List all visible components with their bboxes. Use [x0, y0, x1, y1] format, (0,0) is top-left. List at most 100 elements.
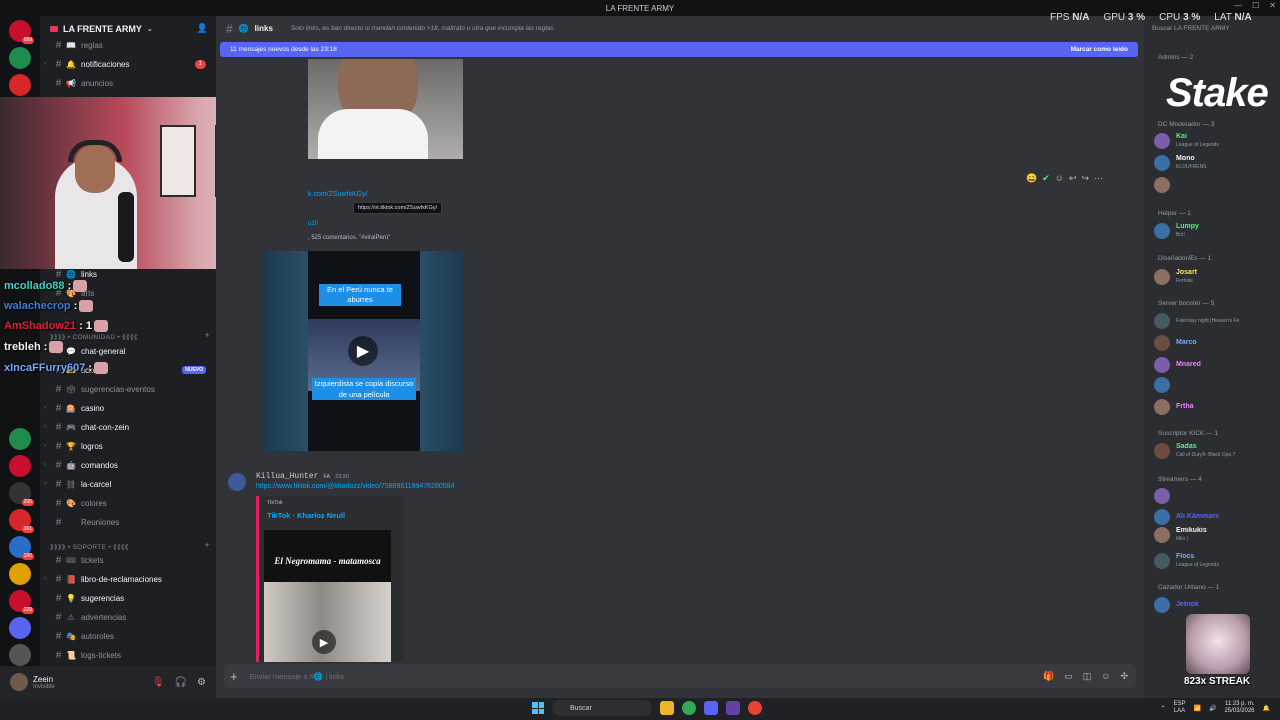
channel-item[interactable]: # 🗳 sugerencias-eventos [40, 380, 216, 398]
channel-item[interactable]: #💬chat-general [40, 342, 216, 360]
server-icon[interactable] [9, 47, 31, 69]
chevron-up-icon[interactable]: ⌃ [1160, 705, 1165, 712]
server-icon[interactable] [9, 644, 31, 666]
member-item[interactable]: Kai League of Legends [1154, 132, 1278, 150]
emoji-icon[interactable]: ☺ [1101, 671, 1110, 682]
discord-icon[interactable] [704, 701, 718, 715]
video-thumbnail[interactable] [308, 59, 463, 159]
server-icon[interactable] [9, 74, 31, 96]
chrome-icon[interactable] [748, 701, 762, 715]
wifi-icon[interactable]: 📶 [1194, 705, 1201, 712]
channel-item[interactable]: › # 🎮 chat-con-zein [40, 418, 216, 436]
server-icon[interactable]: 229 [9, 590, 34, 614]
reaction-icon[interactable]: 😀 [1026, 173, 1037, 184]
taskbar: Buscar ⌃ ESP LAA 📶 🔊 11:23 p. m. 25/03/20… [0, 698, 1280, 720]
member-item[interactable]: Ali Kämmars [1154, 508, 1278, 526]
channel-category[interactable]: ⟫⟫⟫⟫ • SOPORTE • ⟪⟪⟪⟪ + [50, 540, 210, 551]
close-icon[interactable]: ✕ [1269, 1, 1276, 10]
embed-author[interactable]: u10 [308, 221, 318, 227]
language-indicator[interactable]: ESP LAA [1174, 701, 1186, 715]
avatar[interactable] [10, 673, 28, 691]
message-author[interactable]: Killua_Hunter [256, 472, 318, 481]
server-icon[interactable] [9, 455, 31, 477]
channel-item[interactable]: # 🎨 colores [40, 494, 216, 512]
forward-icon[interactable]: ↪ [1082, 173, 1090, 184]
taskbar-search[interactable]: Buscar [552, 700, 652, 716]
chrome-icon[interactable] [682, 701, 696, 715]
channel-item[interactable]: › # 📕 libro-de-reclamaciones [40, 570, 216, 588]
member-item[interactable]: Marco [1154, 334, 1278, 352]
server-icon[interactable]: 699 [9, 20, 34, 44]
channel-item[interactable]: › # 🤖 comandos [40, 456, 216, 474]
member-item[interactable]: Sadas Call of Duty®: Black Ops 7 [1154, 442, 1278, 460]
server-search[interactable]: Buscar LA FRENTE ARMY [1152, 25, 1230, 32]
sticker-icon[interactable]: ◫ [1083, 671, 1092, 682]
channel-item[interactable]: # Reuniones [40, 513, 216, 531]
member-item[interactable]: Lumpy Bot! [1154, 222, 1278, 240]
channel-item[interactable]: # 🎭 autoroles [40, 627, 216, 645]
message-composer[interactable]: + Enviar mensaje a #🌐 | links 🎁 ▭ ◫ ☺ ✣ [224, 664, 1136, 688]
reply-icon[interactable]: ↩ [1069, 173, 1077, 184]
add-channel-icon[interactable]: + [204, 330, 210, 341]
member-item[interactable]: Mono KLOUFRENS [1154, 154, 1278, 172]
channel-item[interactable]: # ⚠ advertencias [40, 608, 216, 626]
member-item[interactable]: Josart Fortnite [1154, 268, 1278, 286]
gear-icon[interactable]: ⚙ [197, 677, 206, 688]
channel-item[interactable]: # 📖 reglas [40, 36, 216, 54]
maximize-icon[interactable]: ☐ [1252, 1, 1259, 10]
server-icon[interactable] [9, 428, 31, 450]
channel-item[interactable]: # 📢 anuncios [40, 74, 216, 92]
volume-icon[interactable]: 🔊 [1209, 705, 1216, 712]
server-icon[interactable]: 190 [9, 536, 34, 560]
member-item[interactable]: Emikukis Milo | [1154, 526, 1278, 544]
apps-icon[interactable]: ✣ [1120, 671, 1128, 682]
channel-item[interactable]: › # ⛓ la-carcel [40, 475, 216, 493]
channel-item[interactable]: › # 🏆 logros [40, 437, 216, 455]
channel-item[interactable]: # 🎟 tickets [40, 551, 216, 569]
clock[interactable]: 11:23 p. m. 25/03/2026 [1224, 701, 1254, 715]
embed-title[interactable]: TikTok · Kharloz Neull [267, 511, 345, 520]
member-item[interactable]: Jetriok [1154, 596, 1278, 614]
member-item[interactable] [1154, 376, 1278, 394]
tiktok-link[interactable]: k.com/ZSuwfxKGy/ [308, 191, 368, 198]
mark-read-button[interactable]: Marcar como leído [1071, 46, 1128, 53]
channel-category[interactable]: ⟫⟫⟫⟫ • COMUNIDAD • ⟪⟪⟪⟪ + [50, 330, 210, 341]
file-explorer-icon[interactable] [660, 701, 674, 715]
member-item[interactable]: Fate/stay night [Heaven's Fe [1154, 312, 1278, 330]
channel-item[interactable]: › # 🎰 casino [40, 399, 216, 417]
windows-start-icon[interactable] [532, 702, 544, 714]
message-link[interactable]: https://www.tiktok.com/@kharlozz/video/7… [256, 483, 454, 490]
channel-item[interactable]: # 📜 logs-tickets [40, 646, 216, 664]
member-item[interactable]: Mnared [1154, 356, 1278, 374]
lat-value: N/A [1234, 12, 1252, 23]
play-icon[interactable]: ▶ [312, 630, 336, 654]
server-icon[interactable] [9, 563, 31, 585]
video-embed[interactable]: En el Perú nunca te aburres Izquierdista… [264, 251, 463, 451]
minimize-icon[interactable]: — [1234, 1, 1242, 10]
mic-muted-icon[interactable]: 🎙 [152, 677, 165, 688]
obs-icon[interactable] [726, 701, 740, 715]
member-item[interactable]: Frtha [1154, 398, 1278, 416]
channel-item[interactable]: › # 🔔 notificaciones 1 [40, 55, 216, 73]
headphones-icon[interactable]: 🎧 [175, 677, 187, 688]
check-icon[interactable]: ✔ [1042, 173, 1050, 184]
channel-item[interactable]: # 💡 sugerencias [40, 589, 216, 607]
embed-thumbnail[interactable]: El Negromama - matamosca ▶ [264, 530, 391, 662]
new-messages-bar[interactable]: 11 mensajes nuevos desde las 23:18 Marca… [220, 42, 1138, 57]
more-icon[interactable]: ⋯ [1094, 173, 1103, 184]
attach-icon[interactable]: + [230, 669, 238, 684]
server-icon[interactable] [9, 617, 31, 639]
add-user-icon[interactable]: 👤 [197, 23, 208, 34]
member-item[interactable]: Flocs League of Legends [1154, 552, 1278, 570]
add-reaction-icon[interactable]: ☺ [1055, 173, 1064, 184]
gift-icon[interactable]: 🎁 [1043, 671, 1054, 682]
member-item[interactable] [1154, 176, 1278, 194]
add-channel-icon[interactable]: + [204, 540, 210, 551]
server-icon[interactable]: 205 [9, 482, 34, 506]
notifications-icon[interactable]: 🔔 [1263, 705, 1270, 712]
member-item[interactable] [1154, 487, 1278, 505]
gif-icon[interactable]: ▭ [1064, 671, 1073, 682]
play-icon[interactable]: ▶ [348, 336, 378, 366]
avatar[interactable] [228, 473, 246, 491]
server-icon[interactable]: 361 [9, 509, 34, 533]
